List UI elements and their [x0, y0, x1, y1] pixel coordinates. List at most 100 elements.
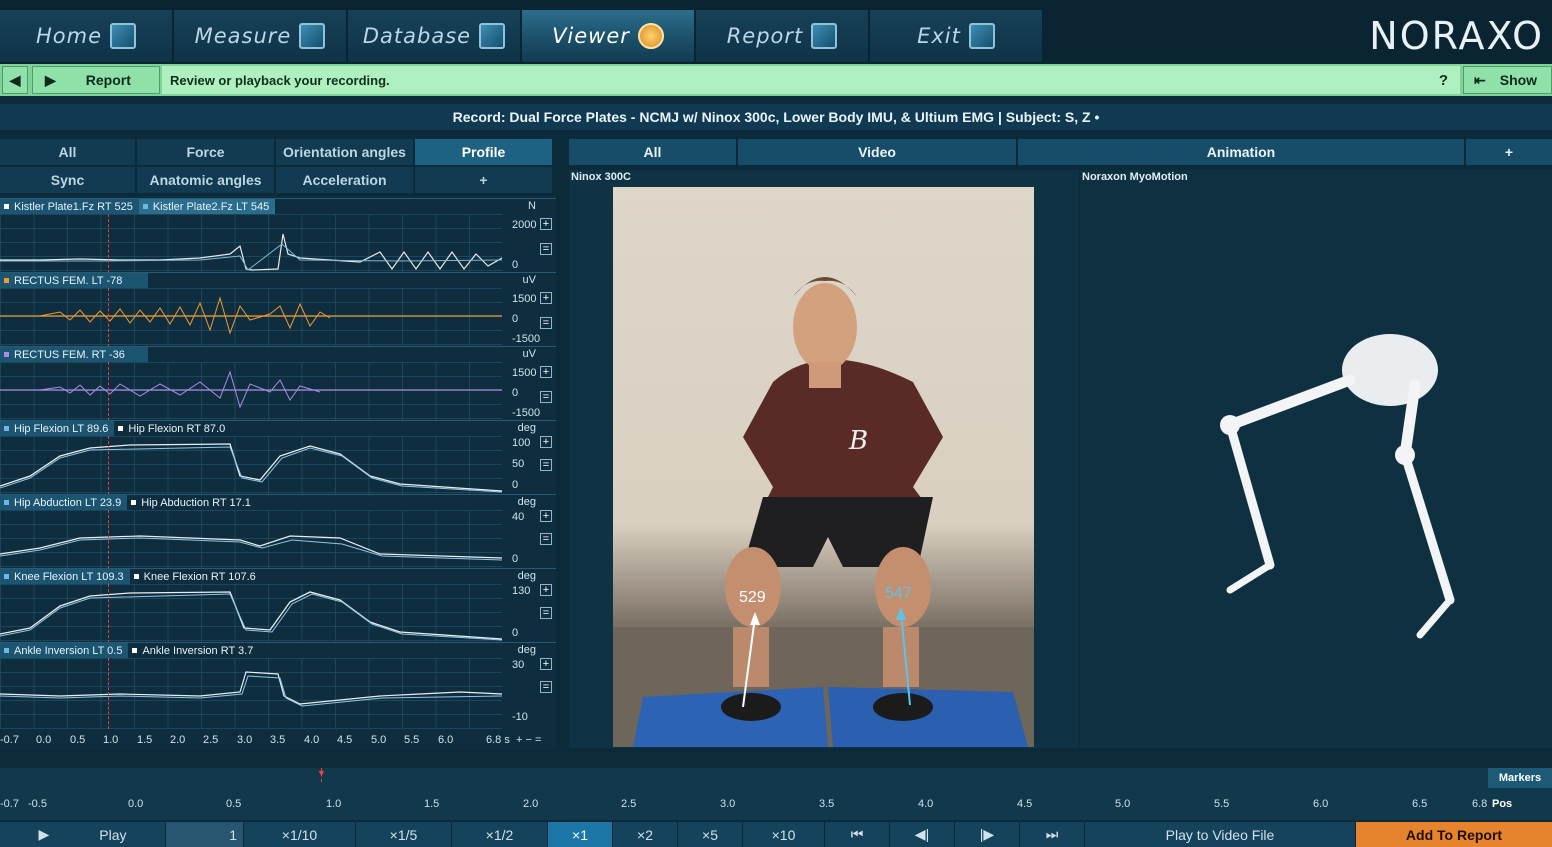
zoom-in-button[interactable]: +	[540, 510, 552, 522]
channel-row-rectus-rt: RECTUS FEM. RT -36 uV 1500 0 -1500 + =	[0, 346, 556, 421]
video-frame[interactable]: B 529 547	[613, 187, 1034, 747]
channel-axis: deg 40 0 + =	[502, 495, 556, 569]
time-cursor[interactable]	[108, 362, 109, 421]
step-back-frame-button[interactable]: ◀|	[890, 822, 955, 847]
instruction-text: Review or playback your recording. ?	[162, 66, 1460, 94]
tab-force[interactable]: Force	[137, 139, 274, 165]
speed-1-2-button[interactable]: ×1/2	[452, 822, 548, 847]
emg-rt-trace	[0, 370, 502, 409]
zoom-in-button[interactable]: +	[540, 292, 552, 304]
speed-1-10-button[interactable]: ×1/10	[244, 822, 356, 847]
plot-area[interactable]	[0, 288, 502, 347]
channel-label[interactable]: Hip Abduction RT 17.1	[127, 495, 257, 510]
zoom-reset-button[interactable]: =	[540, 391, 552, 403]
zoom-in-button[interactable]: +	[540, 436, 552, 448]
viewer-tab-video[interactable]: Video	[738, 139, 1016, 165]
channel-label[interactable]: Ankle Inversion LT 0.5	[0, 643, 129, 658]
step-forward-frame-button[interactable]: |▶	[955, 822, 1020, 847]
zoom-reset-button[interactable]: =	[540, 533, 552, 545]
ankle-inversion-trace	[0, 671, 503, 707]
zoom-in-button[interactable]: + − =	[516, 734, 541, 746]
add-tab-button[interactable]: +	[415, 167, 552, 193]
channel-legend: Knee Flexion LT 109.3 Knee Flexion RT 10…	[0, 569, 262, 584]
zoom-in-button[interactable]: +	[540, 658, 552, 670]
channel-label[interactable]: Kistler Plate1.Fz RT 525	[0, 199, 139, 214]
nav-tab-label: Viewer	[552, 24, 630, 48]
viewer-tab-all[interactable]: All	[569, 139, 736, 165]
time-cursor[interactable]	[108, 214, 109, 273]
add-to-report-button[interactable]: Add To Report	[1356, 822, 1552, 847]
animation-pane: Noraxon MyoMotion	[1080, 170, 1552, 748]
nav-tab-exit[interactable]: Exit	[870, 10, 1042, 62]
plot-area[interactable]	[0, 658, 503, 729]
skeleton-animation[interactable]	[1080, 170, 1552, 748]
add-viewer-tab-button[interactable]: +	[1466, 139, 1552, 165]
step-back-button[interactable]: ◀	[2, 66, 28, 94]
speed-1x-button[interactable]: ×1	[548, 822, 613, 847]
speed-1-5-button[interactable]: ×1/5	[356, 822, 452, 847]
right-force-value: 547	[885, 585, 912, 602]
plot-area[interactable]	[0, 362, 502, 421]
channel-label[interactable]: Hip Flexion RT 87.0	[114, 421, 231, 436]
nav-tab-label: Home	[35, 24, 102, 48]
channel-label[interactable]: Knee Flexion LT 109.3	[0, 569, 130, 584]
channel-label[interactable]: RECTUS FEM. LT -78	[0, 273, 148, 288]
play-to-video-file-button[interactable]: Play to Video File	[1085, 822, 1356, 847]
play-button[interactable]: ▶ Play	[0, 822, 166, 847]
viewer-tab-animation[interactable]: Animation	[1018, 139, 1464, 165]
zoom-reset-button[interactable]: =	[540, 459, 552, 471]
tab-sync[interactable]: Sync	[0, 167, 135, 193]
channel-row-hip-flexion: Hip Flexion LT 89.6 Hip Flexion RT 87.0 …	[0, 420, 556, 495]
tab-acceleration[interactable]: Acceleration	[276, 167, 413, 193]
plot-area[interactable]	[0, 584, 503, 643]
context-toolbar: ◀ ▶ Report Review or playback your recor…	[0, 64, 1552, 96]
channel-label[interactable]: RECTUS FEM. RT -36	[0, 347, 148, 362]
time-cursor[interactable]	[108, 584, 109, 643]
timeline-scrubber[interactable]: -0.7 -0.5 0.0 0.5 1.0 1.5 2.0 2.5 3.0 3.…	[0, 768, 1552, 820]
time-cursor[interactable]	[108, 288, 109, 347]
markers-button[interactable]: Markers	[1488, 768, 1552, 788]
zoom-reset-button[interactable]: =	[540, 681, 552, 693]
nav-tab-report[interactable]: Report	[696, 10, 868, 62]
zoom-in-button[interactable]: +	[540, 366, 552, 378]
time-cursor[interactable]	[108, 510, 109, 569]
record-title-bar: Record: Dual Force Plates - NCMJ w/ Nino…	[0, 104, 1552, 130]
plot-area[interactable]	[0, 214, 503, 273]
skip-to-start-button[interactable]: ⏮	[825, 822, 890, 847]
plot-area[interactable]	[0, 510, 503, 569]
zoom-in-button[interactable]: +	[540, 584, 552, 596]
nav-tab-measure[interactable]: Measure	[174, 10, 346, 62]
channel-label[interactable]: Ankle Inversion RT 3.7	[128, 643, 259, 658]
tab-anatomic-angles[interactable]: Anatomic angles	[137, 167, 274, 193]
frame-input[interactable]: 1	[166, 822, 244, 847]
tab-orientation-angles[interactable]: Orientation angles	[276, 139, 413, 165]
speed-5x-button[interactable]: ×5	[678, 822, 743, 847]
show-panel-button[interactable]: ⇤ Show	[1463, 66, 1552, 94]
speed-2x-button[interactable]: ×2	[613, 822, 678, 847]
channel-row-knee-flexion: Knee Flexion LT 109.3 Knee Flexion RT 10…	[0, 568, 556, 643]
help-button[interactable]: ?	[1439, 72, 1448, 89]
time-cursor[interactable]	[108, 658, 109, 729]
plot-area[interactable]	[0, 436, 503, 495]
zoom-in-button[interactable]: +	[540, 218, 552, 230]
zoom-reset-button[interactable]: =	[540, 607, 552, 619]
time-cursor[interactable]	[108, 436, 109, 495]
channel-label[interactable]: Hip Flexion LT 89.6	[0, 421, 115, 436]
skip-to-end-button[interactable]: ⏭	[1020, 822, 1085, 847]
zoom-reset-button[interactable]: =	[540, 317, 552, 329]
frame-value: 1	[229, 826, 237, 843]
channel-label[interactable]: Kistler Plate2.Fz LT 545	[138, 199, 276, 214]
speed-10x-button[interactable]: ×10	[743, 822, 825, 847]
nav-tab-label: Database	[362, 24, 472, 48]
nav-tab-viewer[interactable]: Viewer	[522, 10, 694, 62]
channel-label[interactable]: Knee Flexion RT 107.6	[130, 569, 262, 584]
channel-charts: Kistler Plate1.Fz RT 525 Kistler Plate2.…	[0, 196, 556, 750]
nav-tab-database[interactable]: Database	[348, 10, 520, 62]
channel-label[interactable]: Hip Abduction LT 23.9	[0, 495, 128, 510]
tab-profile[interactable]: Profile	[415, 139, 552, 165]
tab-all[interactable]: All	[0, 139, 135, 165]
report-nav-button[interactable]: ▶ Report	[32, 66, 160, 94]
zoom-reset-button[interactable]: =	[540, 243, 552, 255]
nav-tab-home[interactable]: Home	[0, 10, 172, 62]
timeline-overview[interactable]	[0, 752, 1552, 768]
